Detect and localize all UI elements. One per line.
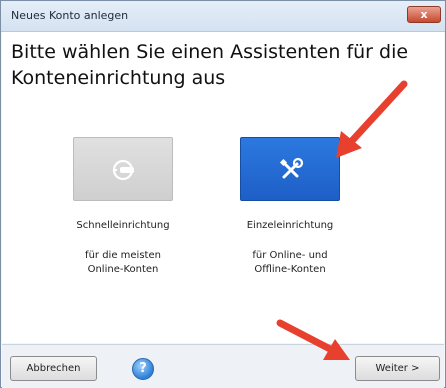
next-button[interactable]: Weiter > [355, 356, 440, 381]
single-setup-card[interactable] [240, 137, 340, 201]
single-setup-description: für Online- und Offline-Konten [205, 249, 375, 277]
button-bar: Abbrechen ? Weiter > [2, 344, 444, 388]
cancel-button[interactable]: Abbrechen [10, 356, 97, 381]
plug-icon [112, 159, 134, 181]
quick-setup-desc-line1: für die meisten [85, 250, 161, 261]
quick-setup-desc-line2: Online-Konten [87, 264, 159, 275]
help-icon[interactable]: ? [132, 358, 154, 380]
window-title: Neues Konto anlegen [11, 9, 129, 22]
single-setup-title: Einzeleinrichtung [246, 220, 334, 231]
quick-setup-card[interactable] [73, 137, 173, 201]
dialog-window: Neues Konto anlegen x Bitte wählen Sie e… [0, 0, 446, 388]
quick-setup-description: für die meisten Online-Konten [38, 249, 208, 277]
single-setup-desc-line1: für Online- und [252, 250, 328, 261]
page-heading: Bitte wählen Sie einen Assistenten für d… [11, 41, 409, 89]
close-button[interactable]: x [407, 6, 441, 23]
title-bar: Neues Konto anlegen x [1, 1, 445, 32]
quick-setup-title: Schnelleinrichtung [76, 220, 170, 231]
tools-icon [279, 157, 304, 179]
single-setup-desc-line2: Offline-Konten [254, 264, 326, 275]
